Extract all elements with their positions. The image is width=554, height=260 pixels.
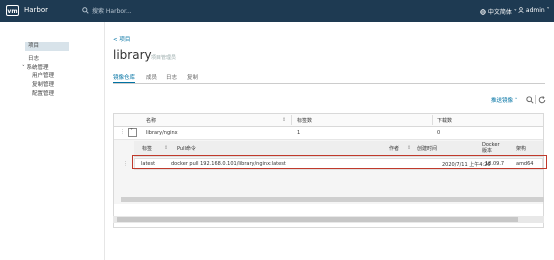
project-role: 项目管理员 xyxy=(151,55,177,61)
column-header-pulls[interactable]: 下载数 xyxy=(437,117,452,124)
top-navbar: vm Harbor 搜索 Harbor... 中文简体 ˅ admin ˅ xyxy=(0,0,554,22)
column-header-name[interactable]: 名称 xyxy=(146,117,156,124)
column-divider xyxy=(291,115,292,125)
username: admin xyxy=(525,7,545,14)
chevron-down-icon: ˅ xyxy=(130,128,133,135)
sidebar-item-logs[interactable]: 日志 xyxy=(28,54,39,62)
table-row[interactable]: ⋮ ˅ library/nginx 1 0 xyxy=(114,127,543,140)
column-header-created[interactable]: 创建时间 xyxy=(417,145,437,152)
sort-icon[interactable]: ⇕ xyxy=(164,145,168,151)
sidebar xyxy=(0,22,105,260)
repo-name[interactable]: library/nginx xyxy=(146,130,178,136)
vmware-logo: vm xyxy=(6,5,19,16)
repo-pull-count: 0 xyxy=(437,130,441,136)
column-header-tag[interactable]: 标签 xyxy=(142,145,152,152)
tag-detail-panel: 标签 ⇕ Pull命令 作者 ⇕ 创建时间 Docker版本 架构 ⋮ late… xyxy=(114,140,543,204)
refresh-icon[interactable] xyxy=(538,96,546,104)
app-title: Harbor xyxy=(24,6,49,14)
breadcrumb-back[interactable]: < 项目 xyxy=(113,35,130,43)
expand-row-button[interactable]: ˅ xyxy=(128,128,137,137)
sidebar-item-configuration[interactable]: 配置管理 xyxy=(32,89,54,97)
chevron-down-icon: ˅ xyxy=(511,9,517,16)
row-actions-icon[interactable]: ⋮ xyxy=(120,129,125,135)
row-actions-icon[interactable]: ⋮ xyxy=(123,161,128,167)
language-label: 中文简体 xyxy=(487,9,512,16)
tab-replication[interactable]: 复制 xyxy=(187,73,198,81)
sort-icon[interactable]: ⇕ xyxy=(407,145,411,151)
tab-repositories[interactable]: 镜像仓库 xyxy=(113,73,136,83)
push-image-button[interactable]: 推送镜像 ˅ xyxy=(491,96,518,104)
search-input[interactable]: 搜索 Harbor... xyxy=(92,6,132,15)
user-icon xyxy=(518,7,524,13)
table-header: 名称 ⇕ 标签数 下载数 xyxy=(114,114,543,127)
repo-tag-count: 1 xyxy=(297,130,301,136)
column-divider xyxy=(432,115,433,125)
sidebar-item-administration[interactable]: ˅ 系统管理 xyxy=(22,63,49,71)
highlight-box xyxy=(132,155,547,169)
column-header-tags[interactable]: 标签数 xyxy=(297,117,312,124)
column-header-author[interactable]: 作者 xyxy=(389,145,399,152)
search-icon[interactable] xyxy=(526,96,534,104)
column-header-architecture[interactable]: 架构 xyxy=(516,145,526,152)
user-menu[interactable]: admin ˅ xyxy=(518,7,550,14)
tab-logs[interactable]: 日志 xyxy=(166,73,177,81)
language-selector[interactable]: 中文简体 ˅ xyxy=(480,7,517,16)
tag-table-scrollbar[interactable] xyxy=(121,197,544,202)
column-header-docker-version[interactable]: Docker版本 xyxy=(482,142,502,154)
search-icon xyxy=(82,7,89,14)
sidebar-item-replications[interactable]: 复制管理 xyxy=(32,80,54,88)
project-tabs: 镜像仓库 成员 日志 复制 xyxy=(113,73,545,84)
horizontal-scrollbar-thumb[interactable] xyxy=(117,217,518,222)
sort-icon[interactable]: ⇕ xyxy=(282,117,286,123)
page-title: library xyxy=(113,48,152,62)
column-header-pull-command[interactable]: Pull命令 xyxy=(177,145,196,152)
sidebar-item-projects[interactable]: 项目 xyxy=(25,42,69,51)
tab-members[interactable]: 成员 xyxy=(146,73,157,81)
globe-icon xyxy=(480,9,486,15)
toolbar-divider xyxy=(535,95,536,104)
repository-table: 名称 ⇕ 标签数 下载数 ⋮ ˅ library/nginx 1 0 标签 ⇕ … xyxy=(113,113,544,228)
chevron-down-icon: ˅ xyxy=(544,7,550,14)
push-image-label: 推送镜像 xyxy=(491,98,514,104)
sidebar-item-users[interactable]: 用户管理 xyxy=(32,71,54,79)
